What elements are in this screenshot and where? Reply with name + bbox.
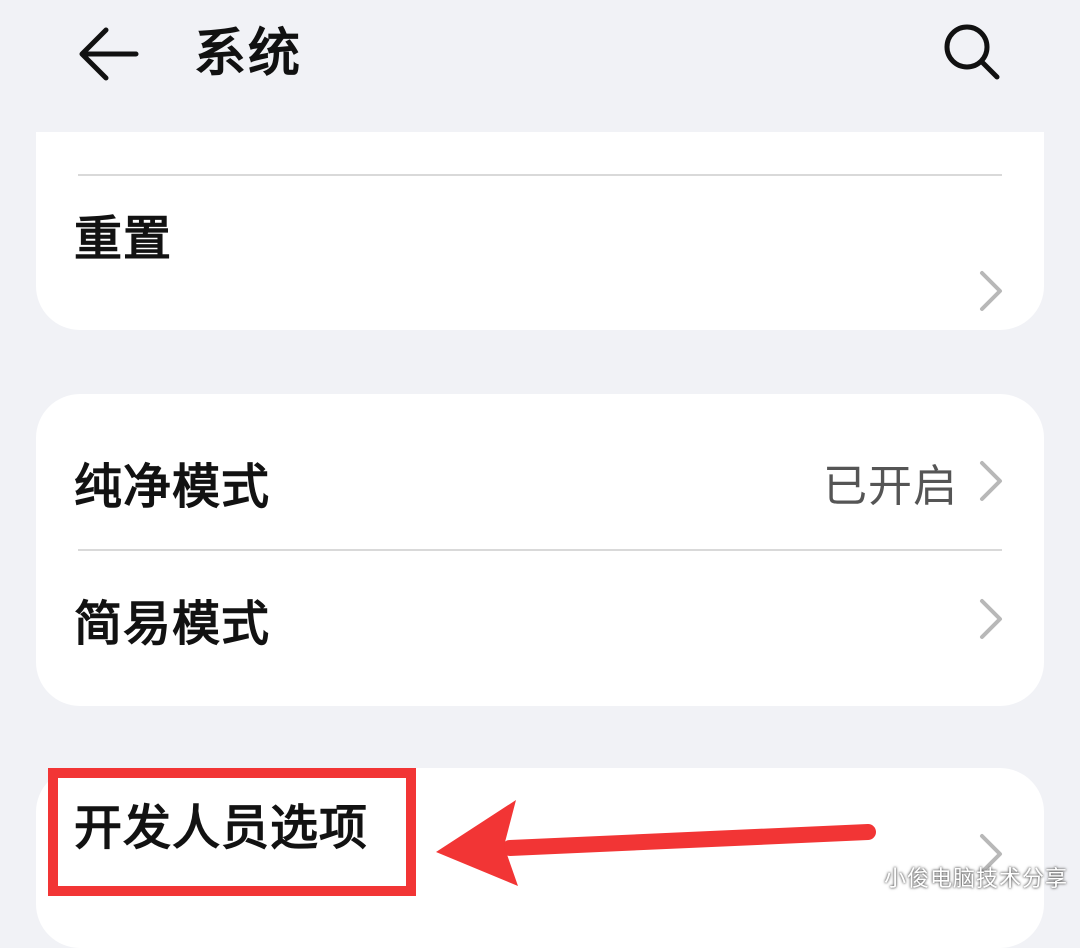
chevron-right-icon: [980, 599, 1002, 639]
settings-item-label: 纯净模式: [74, 458, 271, 515]
settings-group-developer: 开发人员选项: [36, 768, 1044, 948]
page-title: 系统: [194, 24, 303, 84]
settings-item-pure-mode[interactable]: 纯净模式 已开启: [36, 394, 1044, 549]
app-bar: 系统: [0, 0, 1080, 132]
back-button[interactable]: [72, 18, 144, 90]
settings-group-reset: 重置: [36, 132, 1044, 330]
chevron-right-icon: [980, 271, 1002, 311]
watermark: 小俊电脑技术分享: [883, 867, 1068, 892]
search-button[interactable]: [936, 16, 1008, 88]
chevron-right-icon: [980, 461, 1002, 501]
settings-item-simple-mode[interactable]: 简易模式: [36, 551, 1044, 706]
settings-item-reset[interactable]: 重置: [36, 176, 1044, 330]
settings-item-label: 重置: [74, 211, 173, 267]
settings-item-value: 已开启: [823, 460, 958, 512]
settings-group-modes: 纯净模式 已开启 简易模式: [36, 394, 1044, 706]
arrow-left-icon: [79, 27, 139, 81]
settings-item-developer-options[interactable]: 开发人员选项: [36, 768, 1044, 948]
settings-item-label: 开发人员选项: [74, 800, 369, 856]
settings-item-label: 简易模式: [74, 595, 271, 652]
search-icon: [944, 24, 1000, 80]
